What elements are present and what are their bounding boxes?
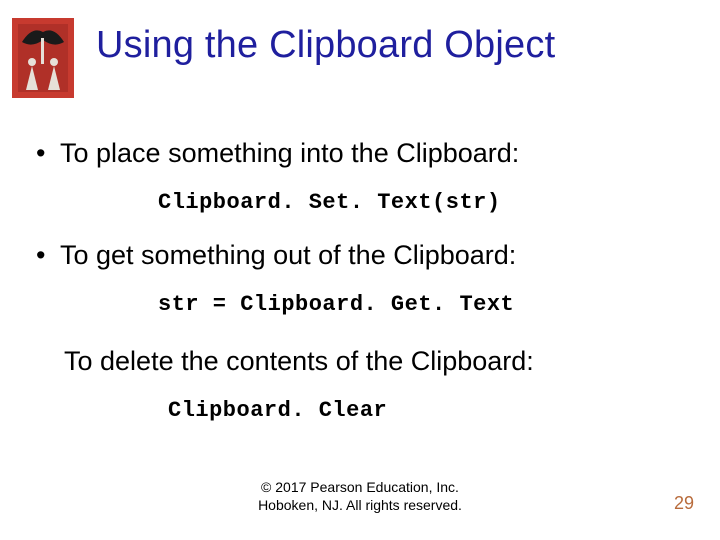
bullet-dot-icon: •: [36, 138, 60, 169]
slide: Using the Clipboard Object •To place som…: [0, 0, 720, 540]
bullet-item: •To get something out of the Clipboard:: [36, 240, 690, 271]
slide-logo-icon: [12, 18, 74, 98]
code-snippet: Clipboard. Clear: [168, 398, 387, 423]
copyright-footer: © 2017 Pearson Education, Inc. Hoboken, …: [0, 479, 720, 514]
slide-title: Using the Clipboard Object: [96, 24, 700, 67]
code-snippet: str = Clipboard. Get. Text: [158, 292, 514, 317]
page-number: 29: [674, 493, 694, 514]
footer-line: © 2017 Pearson Education, Inc.: [0, 479, 720, 497]
bullet-item: •To place something into the Clipboard:: [36, 138, 690, 169]
code-snippet: Clipboard. Set. Text(str): [158, 190, 501, 215]
bullet-text: To place something into the Clipboard:: [60, 138, 519, 168]
bullet-text: To get something out of the Clipboard:: [60, 240, 516, 270]
body-text: To delete the contents of the Clipboard:: [64, 346, 690, 377]
footer-line: Hoboken, NJ. All rights reserved.: [0, 497, 720, 515]
bullet-dot-icon: •: [36, 240, 60, 271]
